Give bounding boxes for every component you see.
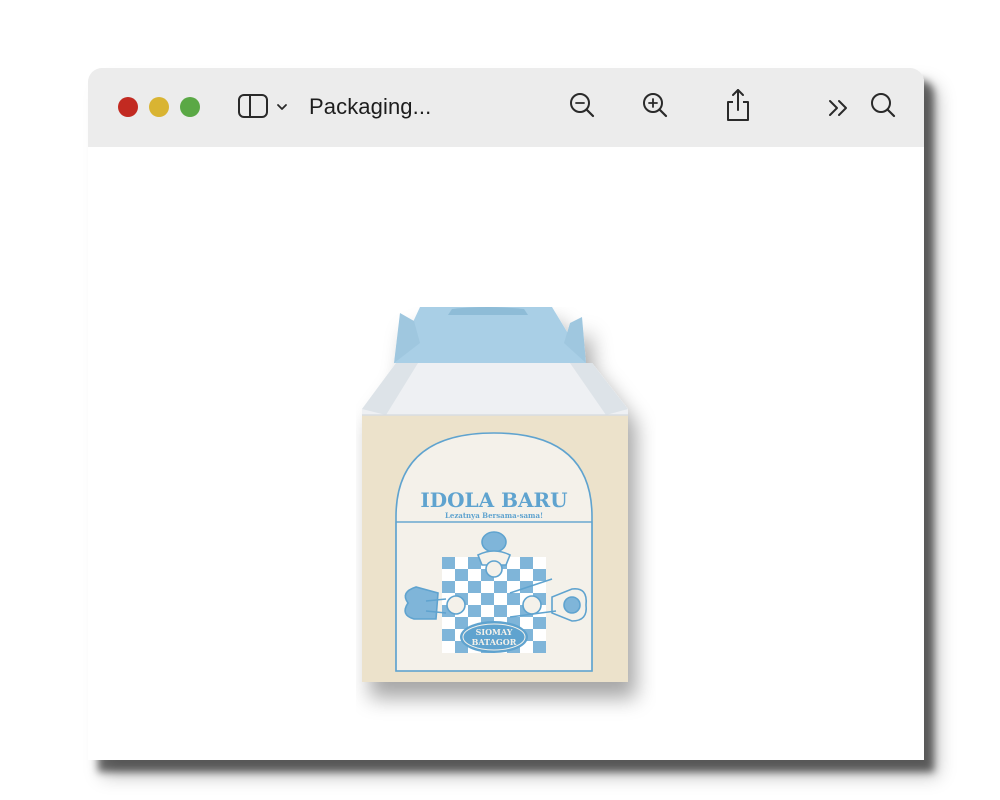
document-canvas: IDOLA BARU Lezatnya Bersama-sama! SIOMAY…: [88, 147, 924, 760]
zoom-button[interactable]: [180, 97, 200, 117]
close-button[interactable]: [118, 97, 138, 117]
window-title: Packaging...: [309, 94, 432, 119]
sidebar-icon[interactable]: [237, 92, 271, 120]
preview-window: Packaging... IDOLA BARU Lezatnya Bersama…: [88, 68, 924, 760]
chevron-double-right-icon[interactable]: [826, 96, 852, 120]
zoom-in-icon[interactable]: [641, 90, 671, 120]
chevron-down-icon[interactable]: [275, 101, 289, 113]
search-icon[interactable]: [868, 90, 898, 120]
share-icon[interactable]: [724, 86, 752, 124]
zoom-out-icon[interactable]: [568, 90, 598, 120]
brand-title: IDOLA BARU: [420, 488, 567, 512]
brand-tagline: Lezatnya Bersama-sama!: [445, 511, 543, 520]
title-bar: Packaging...: [88, 68, 924, 147]
product-line-2: BATAGOR: [472, 637, 517, 647]
packaging-box-image: IDOLA BARU Lezatnya Bersama-sama! SIOMAY…: [362, 307, 628, 682]
product-line-1: SIOMAY: [476, 627, 513, 637]
minimize-button[interactable]: [149, 97, 169, 117]
